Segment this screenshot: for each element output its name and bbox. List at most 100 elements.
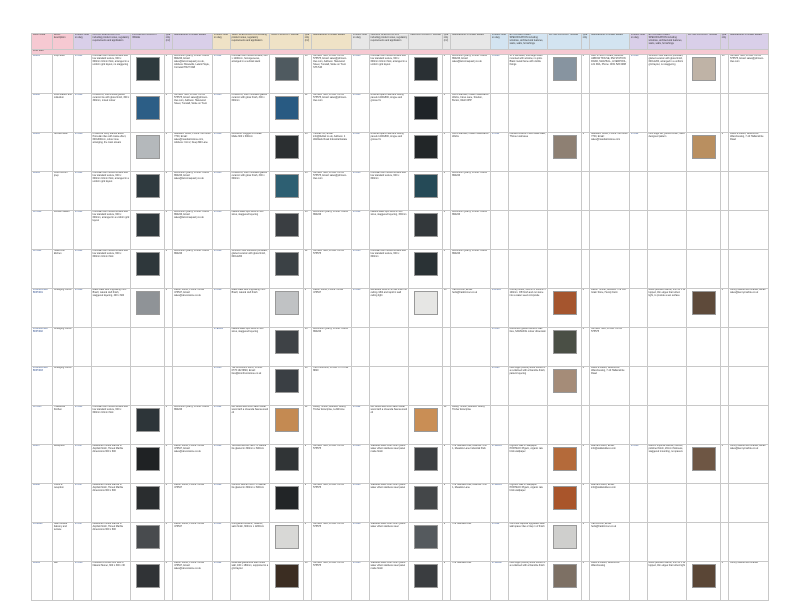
- product-code-cell: FT/025: [350, 483, 370, 523]
- product-code-cell: FT/009: [211, 132, 231, 172]
- product-swatch-image: [552, 447, 577, 471]
- manufacturer-contact-cell: [589, 171, 630, 211]
- column-header: WALL PRODUCT IMAGE: [269, 33, 304, 50]
- product-swatch-image: [274, 135, 299, 159]
- specification-cell: Porcelain with honed surface and low sta…: [90, 249, 132, 289]
- product-swatch-image: [413, 291, 438, 315]
- manufacturer-contact-cell: Lembrunn Quarry, Phone: 01209 890246, Em…: [172, 171, 213, 211]
- column-header: Product code on dwg: [72, 33, 92, 50]
- manufacturer-contact-cell: TileFlair Inc, Email: info@tileflair.co.…: [311, 132, 352, 172]
- product-image-cell: [130, 93, 165, 133]
- product-image-cell: [408, 132, 443, 172]
- product-code-cell: FT/025: [350, 444, 370, 484]
- product-image-cell: [269, 483, 304, 523]
- product-image-cell: [408, 483, 443, 523]
- product-swatch-image: [135, 135, 160, 159]
- specification-cell: Feathered Honed Marble in Asphalt finish…: [90, 483, 132, 523]
- product-image-cell: [130, 444, 165, 484]
- column-header: Manufacturer's contact details: [450, 33, 491, 50]
- manufacturer-contact-cell: Lembrunn Quarry, Phone: 01209 890246: [311, 210, 352, 250]
- manufacturer-contact-cell: Fabio & Fallott, Boulthorne Warehousing,…: [589, 366, 630, 406]
- product-code-cell: FT/025: [489, 366, 509, 406]
- specification-cell: [646, 327, 688, 367]
- specification-cell: Natural slate split stone in two sizes, …: [229, 327, 271, 367]
- specification-cell: Black slate tiles originating from Brazi…: [229, 288, 271, 328]
- manufacturer-contact-cell: Johnson Tiles, Phone: 01782 575575, Emai…: [311, 54, 352, 94]
- specification-cell: Porcelain with honed surface, 600 x 1200…: [229, 54, 271, 94]
- table-row: FL009 Bar FT/016 Polished crumble floor til…: [31, 561, 769, 601]
- specification-cell: [646, 210, 688, 250]
- quantity-cell: 4: [719, 561, 730, 601]
- quantity-cell: 4: [163, 93, 174, 133]
- product-swatch-image: [274, 174, 299, 198]
- specification-cell: [646, 171, 688, 211]
- product-swatch-image: [274, 213, 299, 237]
- table-row: KIT/005 Traditional Kitchen FT/001 Porcelai…: [31, 405, 769, 445]
- product-swatch-image: [135, 447, 160, 471]
- manufacturer-contact-cell: [450, 327, 491, 367]
- manufacturer-contact-cell: Fabio & Fallott, Boulthorne Warehousing,…: [728, 132, 769, 172]
- product-image-cell: [408, 561, 443, 601]
- product-image-cell: [547, 171, 582, 211]
- column-header: Quantity (m²): [302, 33, 313, 50]
- product-code-cell: FT/001: [72, 249, 92, 289]
- quantity-cell: [580, 210, 591, 250]
- column-header: Manufacturer's contact details: [589, 33, 630, 50]
- table-row: FOG/002 and BOH/002 Changing rooms FTE/001…: [31, 327, 769, 367]
- product-code-cell: [489, 249, 509, 289]
- manufacturer-contact-cell: The Stainless Lab, Address: Unit 1, Mead…: [450, 483, 491, 523]
- quantity-cell: 12: [302, 93, 313, 133]
- product-image-cell: [269, 366, 304, 406]
- manufacturer-contact-cell: Devon Stone, Phone: 01392 476547: [172, 483, 213, 523]
- product-image-cell: [686, 444, 721, 484]
- manufacturer-contact-cell: [728, 249, 769, 289]
- product-code-cell: FT/001: [72, 210, 92, 250]
- product-code-cell: FT/032: [489, 522, 509, 562]
- specification-cell: Black slate tiles originating from Brazi…: [90, 288, 132, 328]
- product-swatch-image: [274, 408, 299, 432]
- quantity-cell: [719, 171, 730, 211]
- specification-cell: Stainless steel 304L 316L Quartz water e…: [368, 522, 410, 562]
- product-code-cell: [489, 405, 509, 445]
- product-code-cell: FT/017: [72, 483, 92, 523]
- product-code-cell: FT/003: [211, 171, 231, 211]
- quantity-cell: 6: [163, 249, 174, 289]
- product-swatch-image: [413, 57, 438, 81]
- manufacturer-contact-cell: Devon Stone, Phone: 01392 476547: [311, 288, 352, 328]
- quantity-cell: [719, 483, 730, 523]
- specification-cell: Porcelain with honed surface and low sta…: [368, 249, 410, 289]
- manufacturer-contact-cell: [728, 93, 769, 133]
- product-swatch-image: [413, 135, 438, 159]
- spec-sheet: Room code Room description Product code on…: [31, 33, 769, 601]
- product-code-cell: [489, 93, 509, 133]
- quantity-cell: [719, 210, 730, 250]
- product-image-cell: [130, 405, 165, 445]
- quantity-cell: 12: [441, 405, 452, 445]
- manufacturer-contact-cell: The Stainless Lab: [450, 561, 491, 601]
- product-swatch-image: [552, 57, 577, 81]
- specification-cell: [507, 210, 549, 250]
- specification-cell: [646, 483, 688, 523]
- column-header: Manufacturer's contact details: [172, 33, 213, 50]
- product-image-cell: [408, 171, 443, 211]
- product-swatch-image: [552, 330, 577, 354]
- room-code-cell: KIT/005: [31, 405, 53, 445]
- specification-cell: Johnson Tiles Marmor porcelain, glazed c…: [646, 54, 688, 94]
- column-header: Room description: [51, 33, 74, 50]
- product-code-cell: FTE/001: [211, 327, 231, 367]
- product-image-cell: [130, 249, 165, 289]
- manufacturer-contact-cell: The Stainless Lab: [450, 522, 491, 562]
- product-code-cell: FT/013: [350, 171, 370, 211]
- room-description-cell: Changing rooms: [51, 327, 74, 367]
- room-code-cell: FL003: [31, 132, 53, 172]
- quantity-cell: 4: [163, 483, 174, 523]
- product-swatch-image: [552, 486, 577, 510]
- product-image-cell: [269, 327, 304, 367]
- product-image-cell: [130, 210, 165, 250]
- product-code-cell: [350, 327, 370, 367]
- quantity-cell: 10: [441, 288, 452, 328]
- quantity-cell: 8: [580, 288, 591, 328]
- manufacturer-contact-cell: Johnson Tiles, Phone: 01782 575575: [311, 444, 352, 484]
- manufacturer-contact-cell: [589, 405, 630, 445]
- quantity-cell: 10: [302, 54, 313, 94]
